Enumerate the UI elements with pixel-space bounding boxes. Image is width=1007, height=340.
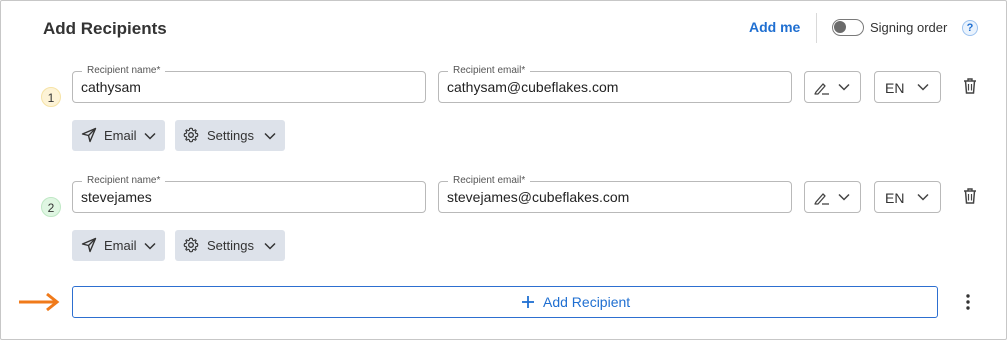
language-value: EN xyxy=(885,190,905,206)
gear-icon xyxy=(183,127,199,143)
recipient-number-badge: 1 xyxy=(41,87,61,107)
recipient-name-label: Recipient name* xyxy=(82,175,166,187)
add-recipient-button[interactable]: Add Recipient xyxy=(72,286,938,318)
delete-recipient-icon[interactable] xyxy=(962,187,978,205)
help-icon[interactable]: ? xyxy=(962,20,978,36)
recipient-settings-dropdown[interactable]: Settings xyxy=(175,120,285,151)
chevron-down-icon xyxy=(838,193,850,201)
add-me-link[interactable]: Add me xyxy=(749,19,800,35)
chevron-down-icon xyxy=(144,242,156,250)
delivery-method-label: Email xyxy=(104,128,137,143)
chevron-down-icon xyxy=(917,193,929,201)
signing-order-toggle[interactable] xyxy=(832,19,864,36)
plus-icon xyxy=(522,296,534,308)
recipient-settings-dropdown[interactable]: Settings xyxy=(175,230,285,261)
delivery-method-dropdown[interactable]: Email xyxy=(72,230,165,261)
chevron-down-icon xyxy=(264,132,276,140)
more-options-icon[interactable] xyxy=(965,293,971,311)
recipient-email-label: Recipient email* xyxy=(448,175,531,187)
sign-pen-icon xyxy=(814,193,829,205)
recipient-row-1: 1 Recipient name* Recipient email* EN xyxy=(1,65,1007,181)
chevron-down-icon xyxy=(264,242,276,250)
delete-recipient-icon[interactable] xyxy=(962,77,978,95)
recipient-name-field[interactable]: Recipient name* xyxy=(72,65,426,103)
settings-label: Settings xyxy=(207,128,254,143)
send-icon xyxy=(81,127,97,143)
send-icon xyxy=(81,237,97,253)
delivery-method-label: Email xyxy=(104,238,137,253)
sign-pen-icon xyxy=(814,83,829,95)
recipient-number-badge: 2 xyxy=(41,197,61,217)
chevron-down-icon xyxy=(917,83,929,91)
recipient-name-label: Recipient name* xyxy=(82,65,166,77)
gear-icon xyxy=(183,237,199,253)
language-value: EN xyxy=(885,80,905,96)
delivery-method-dropdown[interactable]: Email xyxy=(72,120,165,151)
recipient-email-field[interactable]: Recipient email* xyxy=(438,65,792,103)
add-recipients-panel: Add Recipients Add me Signing order ? 1 … xyxy=(0,0,1007,340)
panel-title: Add Recipients xyxy=(43,19,167,38)
chevron-down-icon xyxy=(838,83,850,91)
toggle-knob xyxy=(834,21,846,33)
recipient-email-label: Recipient email* xyxy=(448,65,531,77)
signer-role-select[interactable] xyxy=(804,181,861,213)
recipient-email-field[interactable]: Recipient email* xyxy=(438,175,792,213)
language-select[interactable]: EN xyxy=(874,181,941,213)
pointer-arrow-icon xyxy=(19,292,60,312)
add-recipient-label: Add Recipient xyxy=(543,294,631,310)
recipient-name-field[interactable]: Recipient name* xyxy=(72,175,426,213)
chevron-down-icon xyxy=(144,132,156,140)
settings-label: Settings xyxy=(207,238,254,253)
header-divider xyxy=(816,13,817,43)
signer-role-select[interactable] xyxy=(804,71,861,103)
recipient-row-2: 2 Recipient name* Recipient email* EN xyxy=(1,175,1007,291)
signing-order-label: Signing order xyxy=(870,20,948,35)
language-select[interactable]: EN xyxy=(874,71,941,103)
